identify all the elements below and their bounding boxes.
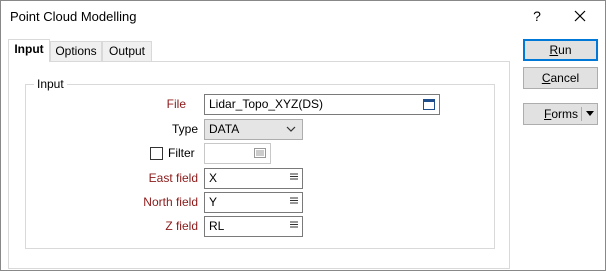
input-group-legend: Input <box>34 77 67 91</box>
type-value: DATA <box>209 122 240 136</box>
cancel-label: ancel <box>550 71 580 85</box>
chevron-down-icon <box>286 126 296 132</box>
north-field-input[interactable]: Y <box>204 192 303 213</box>
forms-label: orms <box>551 107 579 121</box>
z-field-value: RL <box>209 219 225 233</box>
run-label: un <box>558 43 572 57</box>
field-list-icon[interactable] <box>290 173 298 181</box>
file-label: File <box>166 97 186 111</box>
field-list-icon[interactable] <box>290 197 298 205</box>
filter-input[interactable] <box>204 143 271 164</box>
file-value: Lidar_Topo_XYZ(DS) <box>209 97 324 111</box>
east-field-input[interactable]: X <box>204 168 303 189</box>
filter-checkbox[interactable] <box>150 147 163 160</box>
browse-file-icon[interactable] <box>423 99 435 110</box>
help-button[interactable]: ? <box>526 5 548 27</box>
close-button[interactable] <box>567 5 593 27</box>
north-field-label: North field <box>143 195 198 209</box>
filter-label: Filter <box>168 146 195 160</box>
tab-output[interactable]: Output <box>102 41 152 61</box>
type-select[interactable]: DATA <box>204 119 303 140</box>
cancel-button[interactable]: Cancel <box>523 67 598 89</box>
z-field-label: Z field <box>165 219 198 233</box>
forms-button[interactable]: Forms <box>523 103 598 125</box>
window-title: Point Cloud Modelling <box>10 9 137 24</box>
run-button[interactable]: Run <box>523 39 598 61</box>
z-field-input[interactable]: RL <box>204 216 303 237</box>
tab-options[interactable]: Options <box>50 41 102 61</box>
dialog-window: Point Cloud Modelling ? Input Options Ou… <box>0 0 606 271</box>
field-list-icon[interactable] <box>290 221 298 229</box>
title-bar: Point Cloud Modelling ? <box>1 1 605 33</box>
file-input[interactable]: Lidar_Topo_XYZ(DS) <box>204 94 440 115</box>
filter-list-icon[interactable] <box>254 148 266 158</box>
close-icon <box>574 10 586 22</box>
input-groupbox: Input File Lidar_Topo_XYZ(DS) Type DATA <box>25 77 495 249</box>
tab-panel-input: Input File Lidar_Topo_XYZ(DS) Type DATA <box>8 61 510 269</box>
forms-divider <box>581 107 582 121</box>
run-accel: R <box>549 43 559 57</box>
north-field-value: Y <box>209 195 218 209</box>
forms-dropdown-icon[interactable] <box>586 111 594 116</box>
east-field-value: X <box>209 171 218 185</box>
type-label: Type <box>171 122 198 136</box>
east-field-label: East field <box>148 171 198 185</box>
tab-input[interactable]: Input <box>8 39 50 62</box>
